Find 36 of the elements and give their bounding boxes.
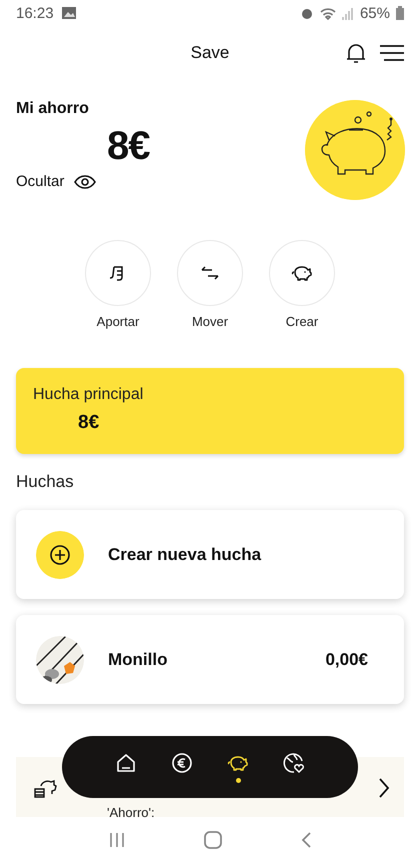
action-label[interactable]: Aportar — [96, 314, 140, 329]
page-title: Save — [190, 43, 230, 62]
globe-heart-icon — [282, 751, 306, 775]
notification-bell-icon[interactable] — [346, 42, 366, 64]
home-icon — [114, 751, 138, 775]
clock-time: 16:23 — [16, 4, 54, 22]
wifi-icon — [320, 6, 336, 20]
promo-text: 'Ahorro': — [107, 805, 155, 820]
card-amount: 8€ — [78, 412, 100, 434]
hide-label: Ocultar — [16, 173, 64, 190]
card-title: Hucha principal — [33, 386, 144, 404]
signal-icon — [342, 6, 354, 20]
chevron-right-icon[interactable] — [378, 777, 390, 799]
piggy-bank-card[interactable]: Crear nueva hucha — [16, 510, 404, 599]
coins-piggy-icon — [33, 777, 57, 799]
action-button[interactable] — [269, 240, 335, 306]
battery-icon — [396, 6, 404, 20]
eye-icon[interactable] — [74, 174, 96, 188]
home-button-icon[interactable] — [204, 831, 222, 849]
euro-icon — [170, 751, 194, 775]
main-piggy-bank-card[interactable]: Hucha principal 8€ — [16, 368, 404, 454]
battery-level: 65% — [360, 4, 390, 22]
piggy-bank-amount: 0,00€ — [325, 650, 368, 670]
menu-icon[interactable] — [380, 44, 404, 62]
piggy-bank-name: Crear nueva hucha — [108, 544, 262, 564]
recent-apps-icon[interactable] — [109, 832, 126, 848]
back-icon[interactable] — [300, 832, 311, 848]
section-heading: Huchas — [16, 472, 75, 492]
savings-label: Mi ahorro — [16, 100, 90, 118]
action-label[interactable]: Mover — [192, 314, 228, 329]
action-label[interactable]: Crear — [286, 314, 318, 329]
piggy-bank-card[interactable]: Monillo 0,00€ — [16, 615, 404, 704]
savings-amount: 8€ — [107, 124, 151, 169]
piggy-bank-name: Monillo — [108, 650, 168, 670]
add-circle-icon — [36, 530, 84, 578]
image-icon — [62, 7, 76, 19]
